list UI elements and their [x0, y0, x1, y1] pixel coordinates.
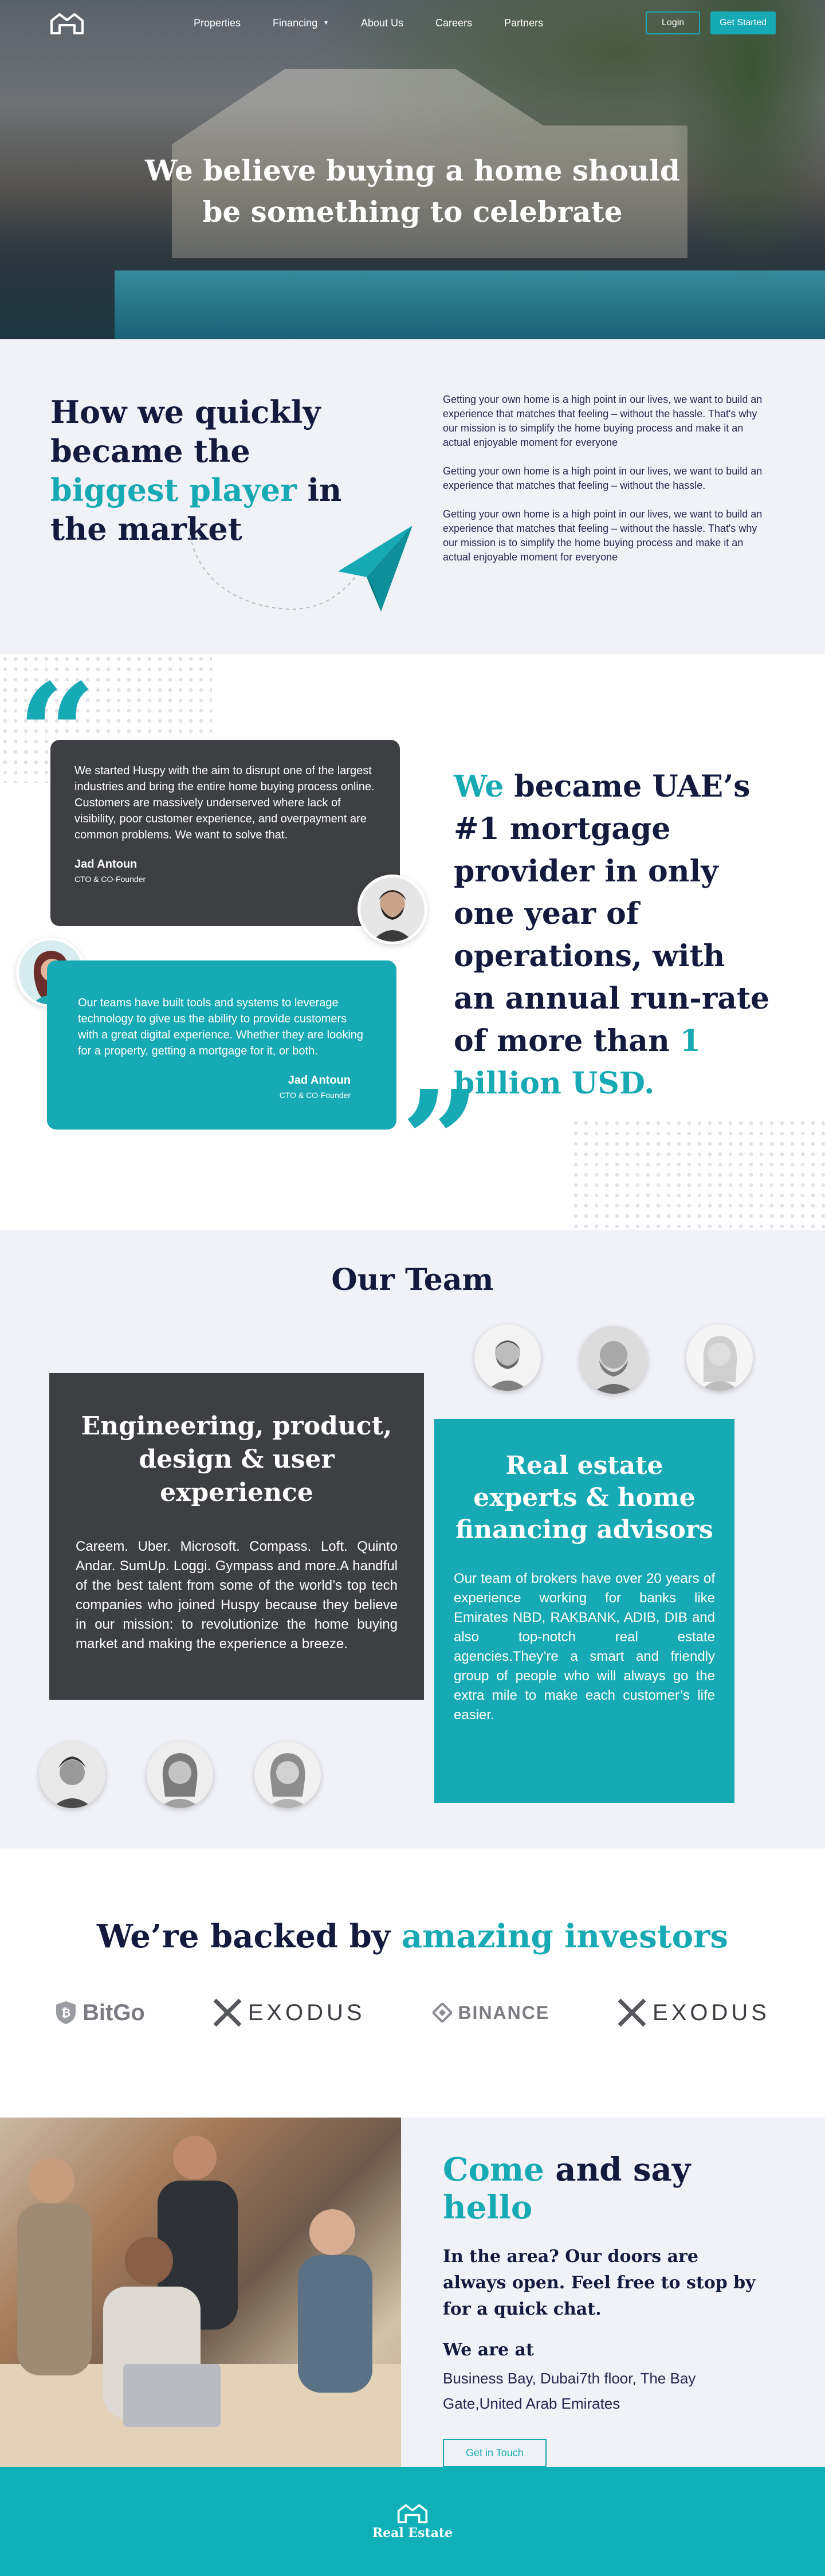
nav-item-about-us[interactable]: About Us: [361, 17, 403, 29]
investors-title-highlight: amazing investors: [401, 1918, 729, 1955]
investor-logo-bitgo: ₿ BitGo: [55, 2000, 145, 2026]
testimonial-1-name: Jad Antoun: [74, 858, 138, 871]
real-estate-card-title: Real estate experts & home financing adv…: [455, 1451, 713, 1544]
nav-item-properties[interactable]: Properties: [194, 17, 241, 29]
how-title-part-a: How we quickly became the: [50, 394, 321, 469]
exodus-x-icon: [213, 1998, 242, 2027]
contact-lead: In the area? Our doors are always open. …: [443, 2246, 756, 2319]
engineering-card-text: Careem. Uber. Microsoft. Compass. Loft. …: [76, 1539, 398, 1652]
contact-title: Come and say hello: [443, 2151, 764, 2226]
nav-item-financing-label: Financing: [273, 17, 318, 29]
real-estate-card-text: Our team of brokers have over 20 years o…: [454, 1571, 715, 1723]
get-started-button[interactable]: Get Started: [710, 11, 776, 34]
house-logo-icon[interactable]: [49, 11, 85, 34]
hero-title-line1: We believe buying a home should: [144, 154, 680, 187]
team-avatar-3: [686, 1324, 753, 1391]
investor-logo-binance-label: BINANCE: [458, 2002, 550, 2023]
svg-text:₿: ₿: [61, 2006, 70, 2020]
how-paragraph-2: Getting your own home is a high point in…: [443, 465, 763, 491]
testimonial-1-text: We started Huspy with the aim to disrupt…: [74, 764, 375, 841]
nav-item-financing[interactable]: Financing ▼: [273, 17, 329, 29]
testimonial-card-1: We started Huspy with the aim to disrupt…: [50, 740, 400, 926]
engineering-card: Engineering, product, design & user expe…: [49, 1373, 424, 1700]
investors-title-part-a: We’re backed by: [96, 1918, 402, 1955]
login-button[interactable]: Login: [646, 11, 701, 34]
investor-logo-exodus-2-label: EXODUS: [653, 1999, 770, 2025]
nav-item-careers[interactable]: Careers: [435, 17, 472, 29]
testimonial-card-2: Our teams have built tools and systems t…: [47, 960, 396, 1130]
uae-statement: We became UAE’s #1 mortgage provider in …: [454, 766, 775, 1105]
uae-statement-body: became UAE’s #1 mortgage provider in onl…: [454, 769, 770, 1058]
testimonial-2-name: Jad Antoun: [288, 1074, 351, 1087]
binance-diamond-icon: [433, 2003, 453, 2022]
get-in-touch-button[interactable]: Get in Touch: [443, 2439, 547, 2467]
investor-logos: ₿ BitGo EXODUS BINANCE EXODUS: [55, 1998, 770, 2028]
footer-house-logo-icon[interactable]: [396, 2503, 429, 2523]
how-paragraph-1: Getting your own home is a high point in…: [443, 394, 763, 448]
team-title: Our Team: [331, 1262, 494, 1297]
nav-item-partners[interactable]: Partners: [504, 17, 543, 29]
investor-logo-binance: BINANCE: [433, 2002, 549, 2024]
paper-plane-icon: [188, 526, 412, 611]
engineering-card-title: Engineering, product, design & user expe…: [81, 1411, 392, 1507]
investor-logo-exodus-1-label: EXODUS: [247, 1999, 366, 2025]
real-estate-card: Real estate experts & home financing adv…: [434, 1419, 734, 1803]
testimonial-1-avatar: [358, 875, 427, 944]
how-paragraph-3: Getting your own home is a high point in…: [443, 508, 763, 563]
investors-section: We’re backed by amazing investors ₿ BitG…: [0, 1849, 825, 2118]
hero-title-line2: be something to celebrate: [202, 195, 623, 229]
investor-logo-exodus-2: EXODUS: [617, 1998, 770, 2028]
nav-links: Properties Financing ▼ About Us Careers …: [194, 17, 543, 29]
investor-logo-bitgo-label: BitGo: [82, 1999, 145, 2025]
footer: Real Estate: [0, 2467, 825, 2576]
team-avatar-6: [254, 1742, 321, 1808]
how-section: How we quickly became the biggest player…: [0, 339, 825, 654]
nav-actions: Login Get Started: [646, 11, 776, 34]
contact-address: Business Bay, Dubai7th floor, The Bay Ga…: [443, 2370, 696, 2412]
testimonial-2-role: CTO & CO-Founder: [279, 1091, 351, 1100]
team-photo-image: [0, 2118, 401, 2467]
investors-title: We’re backed by amazing investors: [0, 1918, 825, 1955]
bitgo-shield-icon: ₿: [56, 2001, 76, 2024]
dot-pattern-bottom-right: [571, 1118, 825, 1230]
exodus-x-icon: [618, 1998, 646, 2027]
testimonial-2-text: Our teams have built tools and systems t…: [78, 997, 364, 1057]
contact-title-come: Come: [443, 2151, 544, 2189]
uae-statement-we: We: [454, 769, 504, 804]
investor-logo-exodus-1: EXODUS: [213, 1998, 366, 2028]
team-avatar-2: [580, 1326, 647, 1394]
team-avatar-4: [39, 1742, 105, 1808]
hero-title: We believe buying a home should be somet…: [0, 150, 825, 233]
contact-we-are-at: We are at: [443, 2340, 534, 2360]
chevron-down-icon: ▼: [323, 19, 329, 26]
footer-brand-name: Real Estate: [372, 2526, 453, 2540]
how-title-highlight: biggest player: [50, 472, 297, 508]
contact-section: Come and say hello In the area? Our door…: [0, 2118, 825, 2467]
how-paragraphs: Getting your own home is a high point in…: [443, 393, 769, 579]
top-nav: Properties Financing ▼ About Us Careers …: [0, 0, 825, 46]
contact-title-mid: and say: [544, 2151, 691, 2189]
team-avatar-1: [474, 1324, 541, 1391]
contact-info: Come and say hello In the area? Our door…: [443, 2151, 764, 2467]
hero-section: Properties Financing ▼ About Us Careers …: [0, 0, 825, 339]
testimonial-1-role: CTO & CO-Founder: [74, 875, 146, 884]
testimonials-section: “ ” We started Huspy with the aim to dis…: [0, 654, 825, 1230]
team-section: Our Team Engineering, product, design & …: [0, 1230, 825, 1849]
contact-title-hello: hello: [443, 2189, 533, 2226]
team-avatar-5: [147, 1742, 213, 1808]
